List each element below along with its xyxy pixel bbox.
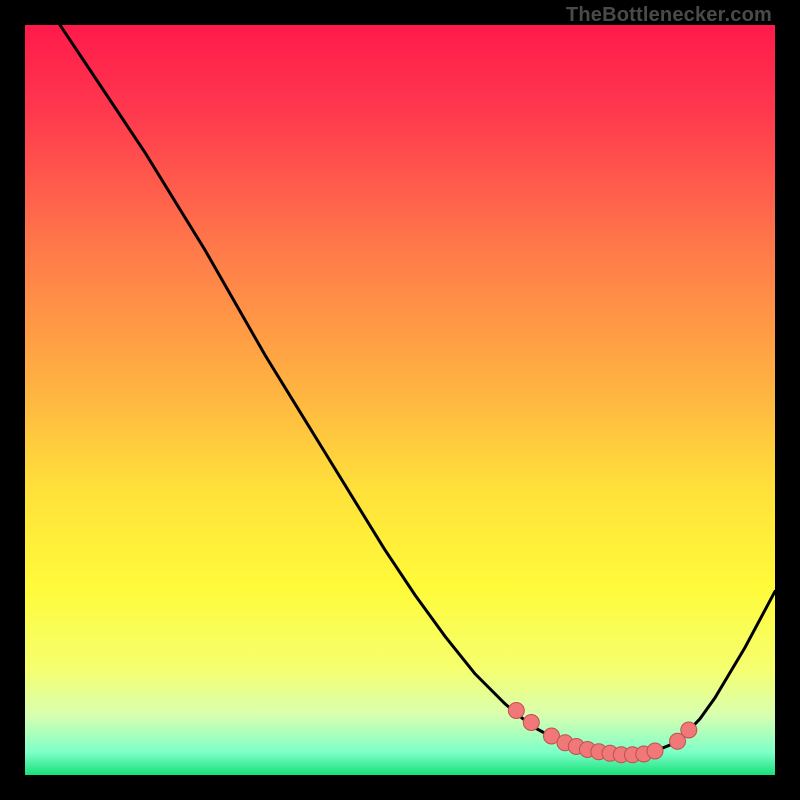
gradient-background bbox=[25, 25, 775, 775]
plot-area bbox=[25, 25, 775, 775]
chart-frame: TheBottlenecker.com bbox=[0, 0, 800, 800]
marker-point bbox=[523, 715, 539, 731]
marker-point bbox=[647, 743, 663, 759]
marker-point bbox=[681, 722, 697, 738]
attribution-text: TheBottlenecker.com bbox=[566, 4, 772, 27]
marker-point bbox=[508, 703, 524, 719]
chart-svg bbox=[25, 25, 775, 775]
